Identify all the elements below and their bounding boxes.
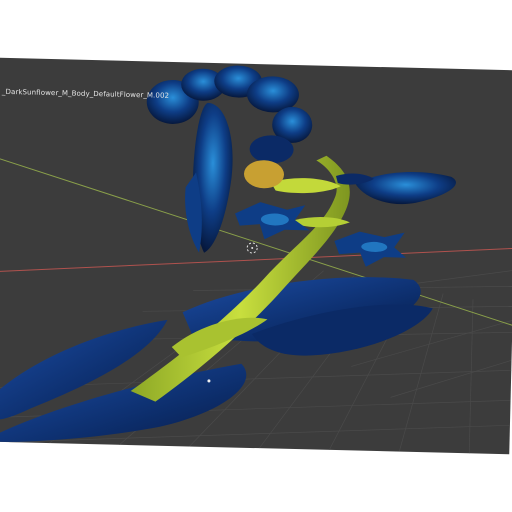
screenshot-page: _DarkSunflower_M_Body_DefaultFlower_M.00… [0,0,512,512]
3d-cursor-icon[interactable] [246,242,258,254]
3d-viewport[interactable]: _DarkSunflower_M_Body_DefaultFlower_M.00… [0,57,512,455]
viewport-canvas[interactable] [0,58,512,455]
lower-leaves [0,277,433,442]
x-axis-line [0,247,512,273]
